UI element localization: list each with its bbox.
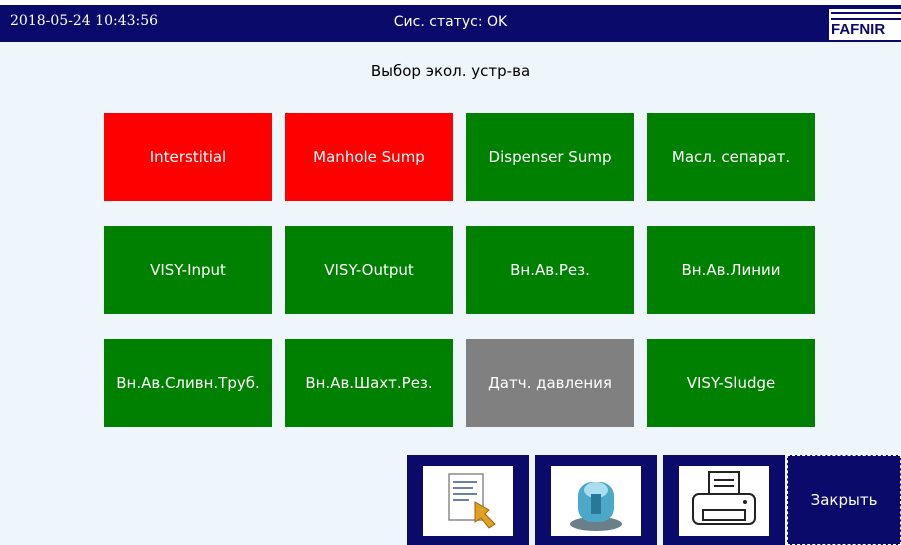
alarm-button[interactable] (535, 455, 657, 545)
page-title: Выбор экол. устр-ва (370, 62, 531, 80)
alarm-beacon-icon (551, 466, 641, 536)
logo-text: FAFNIR (831, 21, 886, 38)
report-button[interactable] (407, 455, 529, 545)
device-tile[interactable]: VISY-Sludge (647, 339, 815, 427)
report-icon (423, 466, 513, 536)
device-tile[interactable]: Interstitial (104, 113, 272, 201)
device-tile[interactable]: Датч. давления (466, 339, 634, 427)
fafnir-logo: FAFNIR (829, 9, 901, 40)
device-tile[interactable]: Вн.Ав.Рез. (466, 226, 634, 314)
device-tile[interactable]: Вн.Ав.Линии (647, 226, 815, 314)
content-area: Выбор экол. устр-ва Interstitial Manhole … (0, 42, 901, 545)
device-tile[interactable]: Вн.Ав.Шахт.Рез. (285, 339, 453, 427)
device-tile[interactable]: Вн.Ав.Сливн.Труб. (104, 339, 272, 427)
logo-lines (831, 12, 901, 20)
system-status: Сис. статус: OK (393, 14, 508, 30)
printer-icon (679, 466, 769, 536)
device-tile[interactable]: Manhole Sump (285, 113, 453, 201)
header-bar: 2018-05-24 10:43:56 Сис. статус: OK FAFN… (0, 5, 901, 42)
print-button[interactable] (663, 455, 785, 545)
device-tile[interactable]: VISY-Input (104, 226, 272, 314)
close-button[interactable]: Закрыть (787, 455, 901, 545)
device-tile[interactable]: Масл. сепарат. (647, 113, 815, 201)
device-tile[interactable]: VISY-Output (285, 226, 453, 314)
device-tile[interactable]: Dispenser Sump (466, 113, 634, 201)
